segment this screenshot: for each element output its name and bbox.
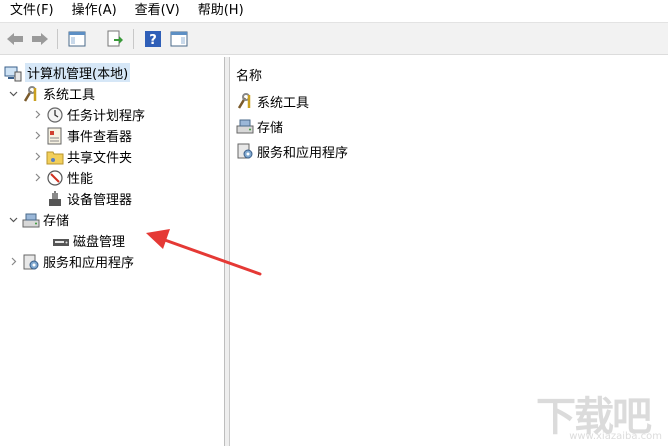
- column-header-name[interactable]: 名称: [236, 65, 262, 84]
- tools-icon: [236, 92, 254, 110]
- tree-item-storage[interactable]: 存储: [8, 209, 69, 230]
- tree-label: 存储: [43, 214, 70, 229]
- tree-item-performance[interactable]: 性能: [32, 167, 93, 188]
- tree-label: 计算机管理(本地): [25, 63, 131, 82]
- tree-item-event-viewer[interactable]: 事件查看器: [32, 125, 132, 146]
- chevron-down-icon[interactable]: [8, 215, 18, 225]
- tree-label: 任务计划程序: [67, 109, 146, 124]
- storage-icon: [236, 117, 254, 135]
- event-viewer-icon: [46, 127, 64, 145]
- tree-label: 服务和应用程序: [43, 256, 135, 271]
- chevron-right-icon[interactable]: [32, 173, 42, 183]
- tree-label: 性能: [67, 172, 94, 187]
- annotation-arrow-icon: [146, 229, 262, 276]
- services-icon: [236, 142, 254, 160]
- performance-icon: [46, 169, 64, 187]
- disk-management-icon: [52, 232, 70, 250]
- tree-label: 共享文件夹: [67, 151, 133, 166]
- storage-icon: [22, 211, 40, 229]
- back-icon[interactable]: [4, 28, 26, 50]
- forward-icon[interactable]: [29, 28, 51, 50]
- tree-item-shared-folders[interactable]: 共享文件夹: [32, 146, 132, 167]
- menu-bar: 文件(F) 操作(A) 查看(V) 帮助(H): [0, 0, 668, 22]
- export-list-icon[interactable]: [104, 28, 126, 50]
- list-item-label: 存储: [257, 120, 284, 136]
- menu-file[interactable]: 文件(F): [0, 0, 63, 22]
- show-hide-console-tree-icon[interactable]: [66, 28, 88, 50]
- tree-label: 设备管理器: [67, 193, 133, 208]
- tree-item-device-manager[interactable]: 设备管理器: [46, 188, 132, 209]
- services-icon: [22, 253, 40, 271]
- tree-label: 事件查看器: [67, 130, 133, 145]
- device-manager-icon: [46, 190, 64, 208]
- shared-folder-icon: [46, 148, 64, 166]
- chevron-right-icon[interactable]: [32, 152, 42, 162]
- tree-item-task-scheduler[interactable]: 任务计划程序: [32, 104, 145, 125]
- tools-icon: [22, 85, 40, 103]
- menu-help[interactable]: 帮助(H): [189, 0, 253, 22]
- chevron-right-icon[interactable]: [8, 257, 18, 267]
- tree-item-system-tools[interactable]: 系统工具: [8, 83, 95, 104]
- chevron-down-icon[interactable]: [8, 89, 18, 99]
- computer-management-icon: [4, 64, 22, 82]
- list-item-storage[interactable]: 存储: [236, 115, 283, 137]
- list-item-services-apps[interactable]: 服务和应用程序: [236, 140, 348, 162]
- list-item-label: 系统工具: [257, 95, 310, 111]
- toolbar: ?: [0, 22, 668, 55]
- watermark-logo: 下载吧 www.xiazaiba.com: [536, 384, 666, 444]
- help-icon[interactable]: ?: [142, 28, 164, 50]
- chevron-right-icon[interactable]: [32, 110, 42, 120]
- show-action-pane-icon[interactable]: [168, 28, 190, 50]
- tree-label: 系统工具: [43, 88, 96, 103]
- toolbar-separator: [133, 29, 134, 49]
- svg-text:?: ?: [149, 33, 157, 48]
- toolbar-separator: [57, 29, 58, 49]
- chevron-right-icon[interactable]: [32, 131, 42, 141]
- menu-action[interactable]: 操作(A): [63, 0, 126, 22]
- tree-label: 磁盘管理: [73, 235, 126, 250]
- list-item-label: 服务和应用程序: [257, 145, 349, 161]
- list-item-system-tools[interactable]: 系统工具: [236, 90, 309, 112]
- tree-item-services-apps[interactable]: 服务和应用程序: [8, 251, 134, 272]
- tree-item-disk-management[interactable]: 磁盘管理: [52, 230, 125, 251]
- menu-view[interactable]: 查看(V): [126, 0, 189, 22]
- watermark-url: www.xiazaiba.com: [569, 431, 662, 442]
- clock-icon: [46, 106, 64, 124]
- tree-item-computer-management[interactable]: 计算机管理(本地): [4, 62, 131, 83]
